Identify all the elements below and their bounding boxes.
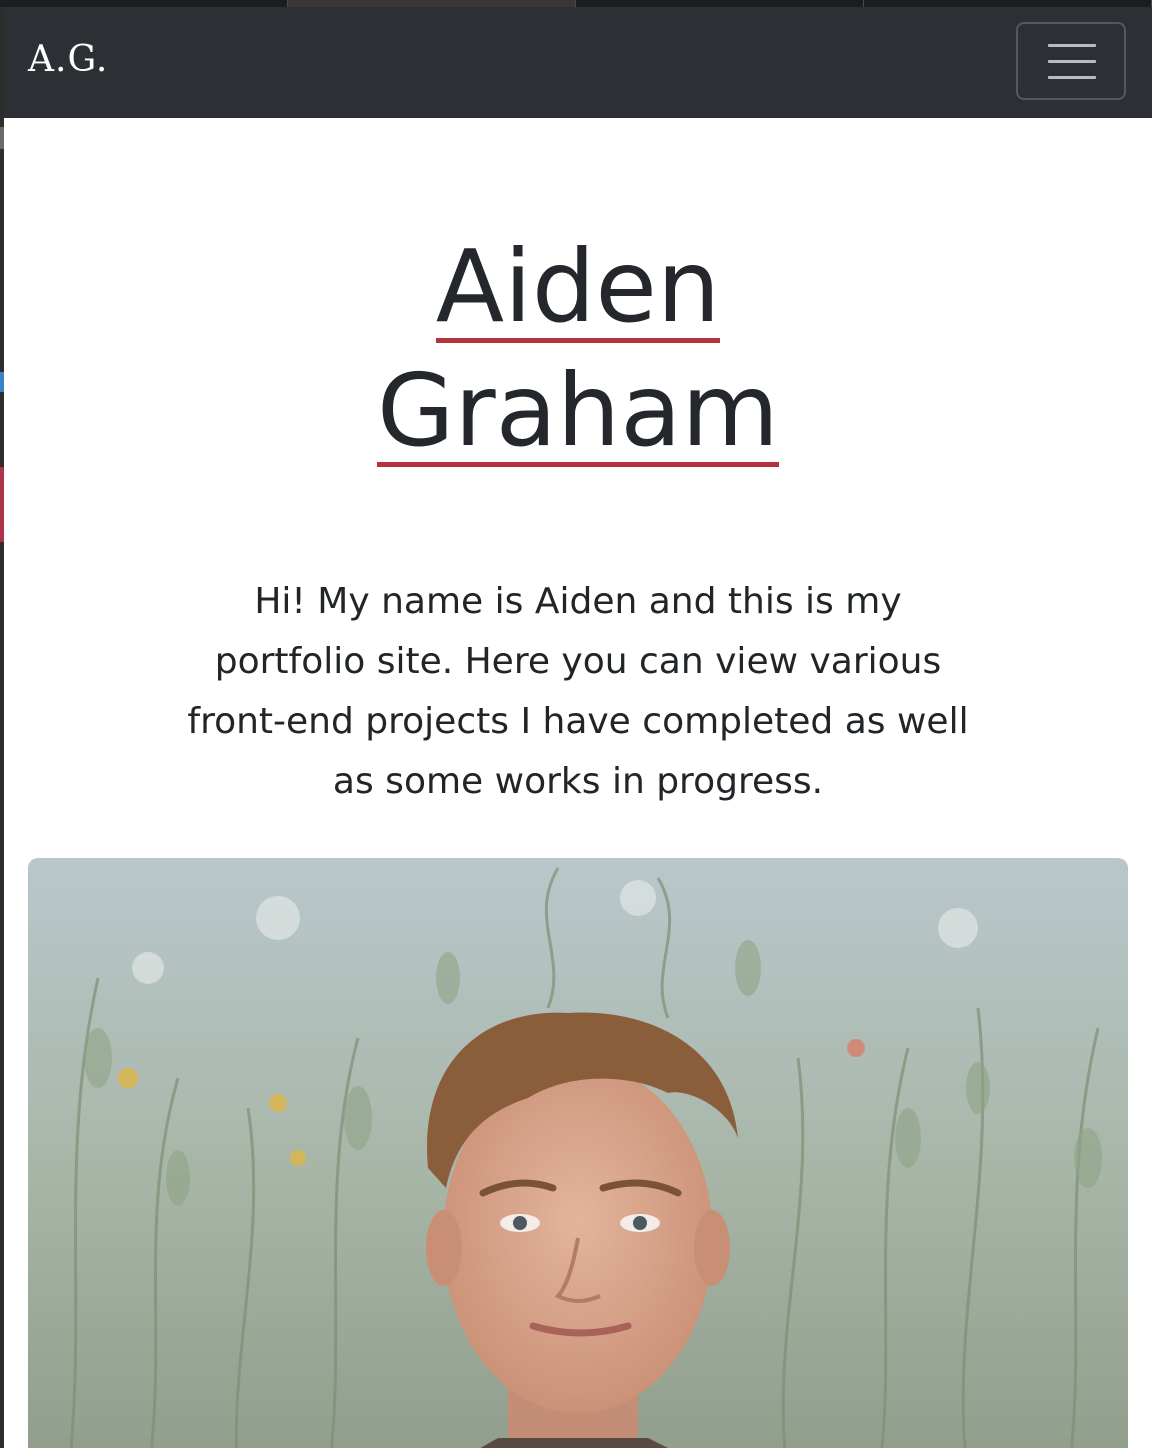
navbar: A.G.	[4, 7, 1152, 118]
web-page: A.G. Aiden Graham Hi! My name is Aiden a…	[4, 7, 1152, 1448]
menu-toggle-button[interactable]	[1016, 22, 1126, 100]
hamburger-menu-icon	[1048, 44, 1096, 47]
profile-photo	[28, 858, 1128, 1448]
hamburger-menu-icon	[1048, 60, 1096, 63]
brand-logo-link[interactable]: A.G.	[28, 39, 108, 80]
browser-tab[interactable]	[576, 0, 864, 7]
browser-tab[interactable]	[0, 0, 288, 7]
title-first-name: Aiden	[435, 228, 721, 345]
hamburger-menu-icon	[1048, 76, 1096, 79]
browser-tab[interactable]	[288, 0, 576, 7]
title-last-name: Graham	[377, 352, 779, 469]
browser-tab-strip	[0, 0, 1152, 7]
page-title: Aiden Graham	[4, 225, 1152, 473]
browser-tab[interactable]	[864, 0, 1152, 7]
intro-text: Hi! My name is Aiden and this is my port…	[187, 581, 969, 802]
